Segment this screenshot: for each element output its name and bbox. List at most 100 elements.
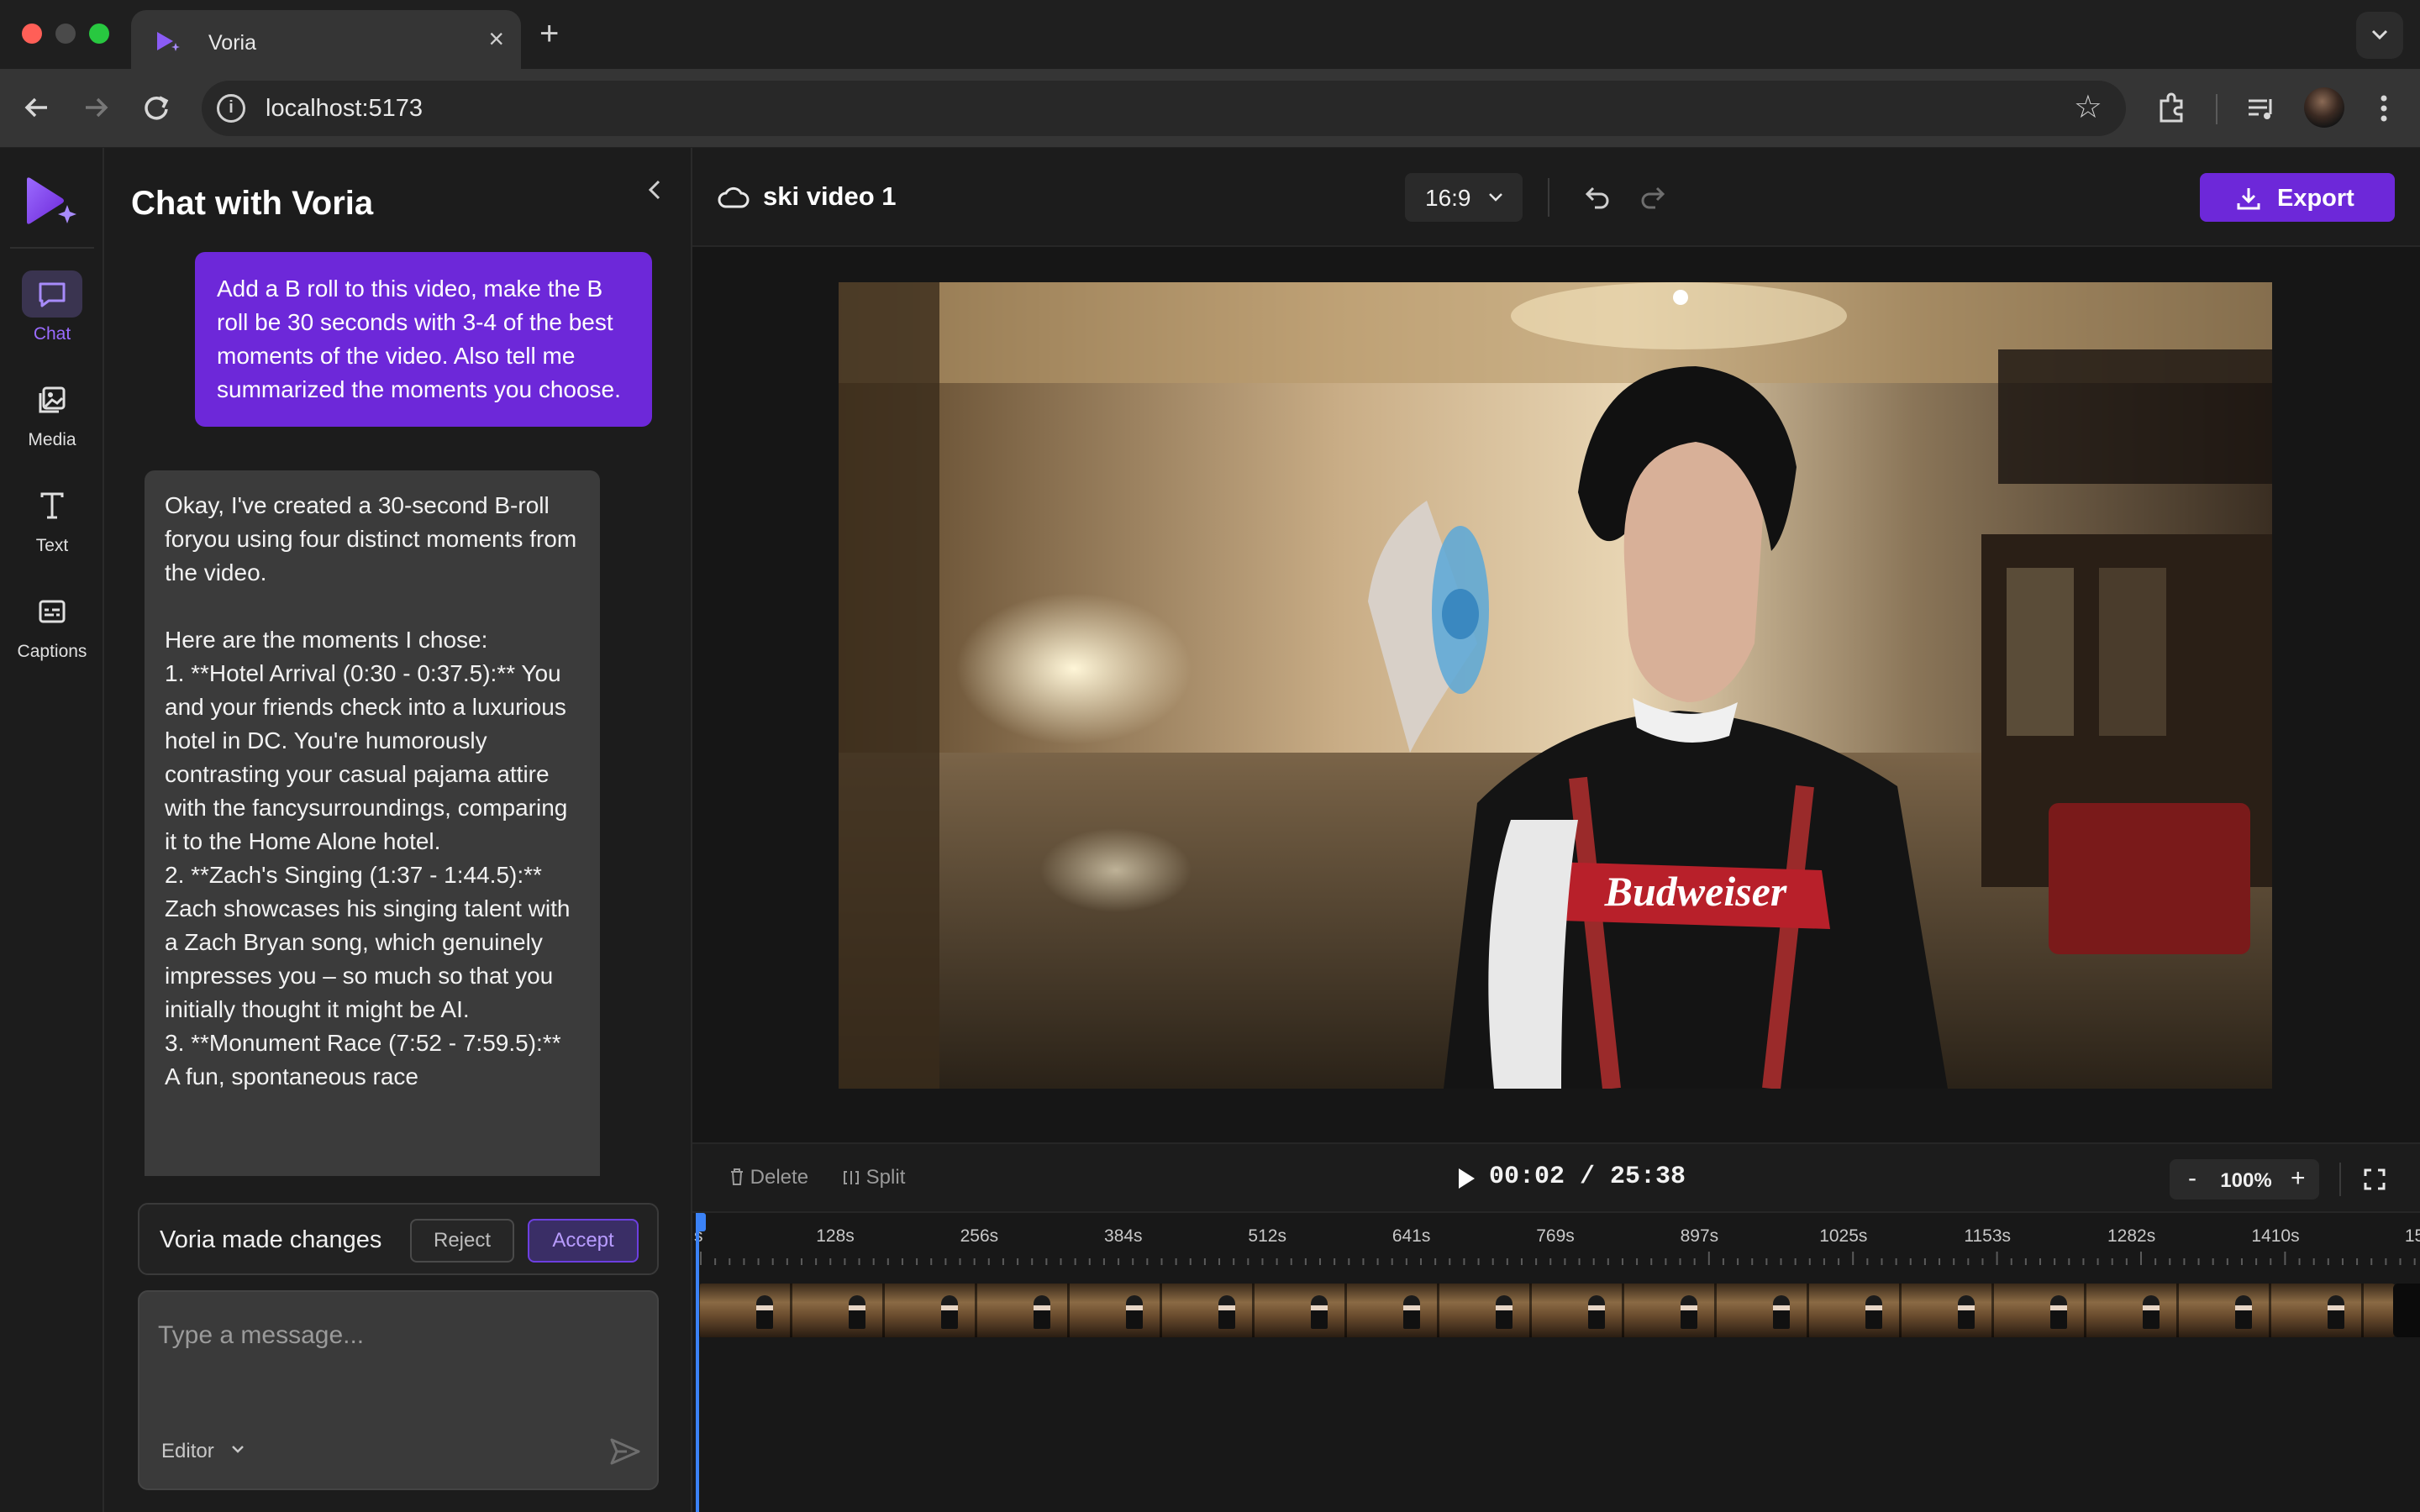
redo-icon[interactable] [1639, 183, 1667, 212]
tick-label: 256s [960, 1226, 999, 1246]
tick-label: 1410s [2251, 1226, 2300, 1246]
clip-thumbnail [1958, 1295, 1975, 1329]
rail-item-media[interactable]: Media [0, 376, 104, 469]
chat-title: Chat with Voria [131, 185, 374, 222]
tick-label: 897s [1680, 1226, 1719, 1246]
maximize-window-button[interactable] [89, 24, 109, 44]
trash-icon [731, 1168, 743, 1185]
timecode: 00:02 / 25:38 [1489, 1163, 1686, 1191]
clip-thumbnail [756, 1295, 773, 1329]
tick-label: 1282s [2107, 1226, 2156, 1246]
clip-thumbnail [1865, 1295, 1882, 1329]
preview-stage: Budweiser [692, 247, 2420, 1142]
zoom-level: 100% [2220, 1169, 2272, 1192]
chat-messages[interactable]: Add a B roll to this video, make the B r… [104, 252, 692, 1176]
rail-text-icon-wrap [22, 482, 82, 529]
voria-app: Chat Media Text Captions Chat with Voria… [0, 148, 2420, 1512]
extensions-icon[interactable] [2153, 89, 2191, 128]
clip-thumbnail [2235, 1295, 2252, 1329]
message-composer: Editor [138, 1290, 659, 1490]
shirt-logo-text: Budweiser [1604, 868, 1787, 915]
reload-icon[interactable] [138, 89, 175, 126]
clip-thumbnail [1773, 1295, 1790, 1329]
accept-button[interactable]: Accept [528, 1219, 639, 1263]
text-icon [40, 492, 64, 519]
send-icon[interactable] [608, 1435, 642, 1468]
timeline-controls: Delete Split 00:02 / 25:38 - 100% + [692, 1142, 2420, 1213]
toolbar-separator [2216, 94, 2217, 124]
clip-thumbnail [2050, 1295, 2067, 1329]
rail-captions-icon-wrap [22, 588, 82, 635]
clip-thumbnail [1588, 1295, 1605, 1329]
media-controls-icon[interactable] [2242, 89, 2281, 128]
undo-icon[interactable] [1583, 183, 1612, 212]
forward-arrow-icon[interactable] [77, 89, 114, 126]
changes-bar: Voria made changes Reject Accept [138, 1203, 659, 1275]
chat-icon [39, 282, 66, 307]
timeline-ruler[interactable]: s 128s256s384s512s641s769s897s1025s1153s… [692, 1213, 2420, 1272]
playhead-handle[interactable] [696, 1213, 706, 1231]
chevron-down-icon [1489, 193, 1502, 202]
tab-close-icon[interactable]: × [488, 25, 504, 52]
mode-selector[interactable]: Editor [161, 1440, 214, 1463]
reject-button[interactable]: Reject [410, 1219, 514, 1263]
project-name[interactable]: ski video 1 [763, 181, 897, 212]
export-label: Export [2277, 185, 2354, 212]
clip-thumbnail [941, 1295, 958, 1329]
timeline-separator [2339, 1163, 2341, 1196]
browser-menu-icon[interactable] [2365, 89, 2403, 128]
clip-end-handle[interactable] [2393, 1284, 2420, 1337]
timeline-track[interactable]: s 128s256s384s512s641s769s897s1025s1153s… [692, 1213, 2420, 1512]
browser-tab[interactable]: Voria × [131, 10, 521, 69]
new-tab-button[interactable]: + [539, 15, 559, 52]
tick-label: 769s [1536, 1226, 1575, 1246]
rail-label-captions: Captions [17, 642, 87, 661]
clip-thumbnail [2143, 1295, 2160, 1329]
left-rail: Chat Media Text Captions [0, 148, 104, 1512]
play-icon[interactable] [1455, 1166, 1477, 1191]
tick-label: 1025s [1819, 1226, 1868, 1246]
aspect-ratio-dropdown[interactable]: 16:9 [1405, 173, 1523, 222]
collapse-panel-chevron-icon[interactable] [639, 173, 672, 207]
zoom-out-button[interactable]: - [2188, 1164, 2196, 1193]
message-input[interactable] [158, 1310, 637, 1361]
video-preview[interactable]: Budweiser [839, 282, 2272, 1089]
video-frame: Budweiser [839, 282, 2272, 1089]
clip-thumbnail [1403, 1295, 1420, 1329]
voria-favicon-icon [157, 32, 180, 51]
rail-chat-icon-wrap [22, 270, 82, 318]
cloud-icon [718, 186, 750, 208]
video-clip[interactable] [697, 1284, 2396, 1337]
zoom-in-button[interactable]: + [2291, 1164, 2306, 1193]
rail-item-text[interactable]: Text [0, 482, 104, 575]
playhead[interactable] [696, 1213, 706, 1512]
rail-label-text: Text [35, 536, 69, 555]
fullscreen-icon[interactable] [2363, 1168, 2386, 1191]
back-arrow-icon[interactable] [18, 89, 55, 126]
export-button[interactable]: Export [2200, 173, 2395, 222]
profile-avatar[interactable] [2304, 87, 2344, 128]
site-info-icon[interactable] [217, 94, 245, 123]
clip-thumbnail [2328, 1295, 2344, 1329]
delete-label: Delete [750, 1166, 809, 1189]
rail-media-icon-wrap [22, 376, 82, 423]
minimize-window-button[interactable] [55, 24, 76, 44]
zoom-control: - 100% + [2170, 1159, 2319, 1200]
url-text[interactable]: localhost:5173 [266, 95, 423, 123]
tab-search-button[interactable] [2356, 12, 2403, 59]
split-icon [844, 1171, 859, 1184]
rail-item-captions[interactable]: Captions [0, 588, 104, 680]
close-window-button[interactable] [22, 24, 42, 44]
rail-label-chat: Chat [33, 324, 71, 344]
chevron-down-icon[interactable] [230, 1443, 245, 1455]
split-button[interactable]: Split [842, 1166, 905, 1189]
changes-label: Voria made changes [160, 1226, 382, 1253]
delete-button[interactable]: Delete [729, 1166, 808, 1189]
captions-icon [39, 600, 66, 623]
clip-thumbnail [1496, 1295, 1512, 1329]
clip-thumbnail [1311, 1295, 1328, 1329]
bookmark-star-icon[interactable]: ☆ [2074, 91, 2102, 124]
address-bar[interactable]: localhost:5173 ☆ [202, 81, 2126, 136]
rail-item-chat[interactable]: Chat [0, 270, 104, 363]
user-message: Add a B roll to this video, make the B r… [195, 252, 652, 427]
